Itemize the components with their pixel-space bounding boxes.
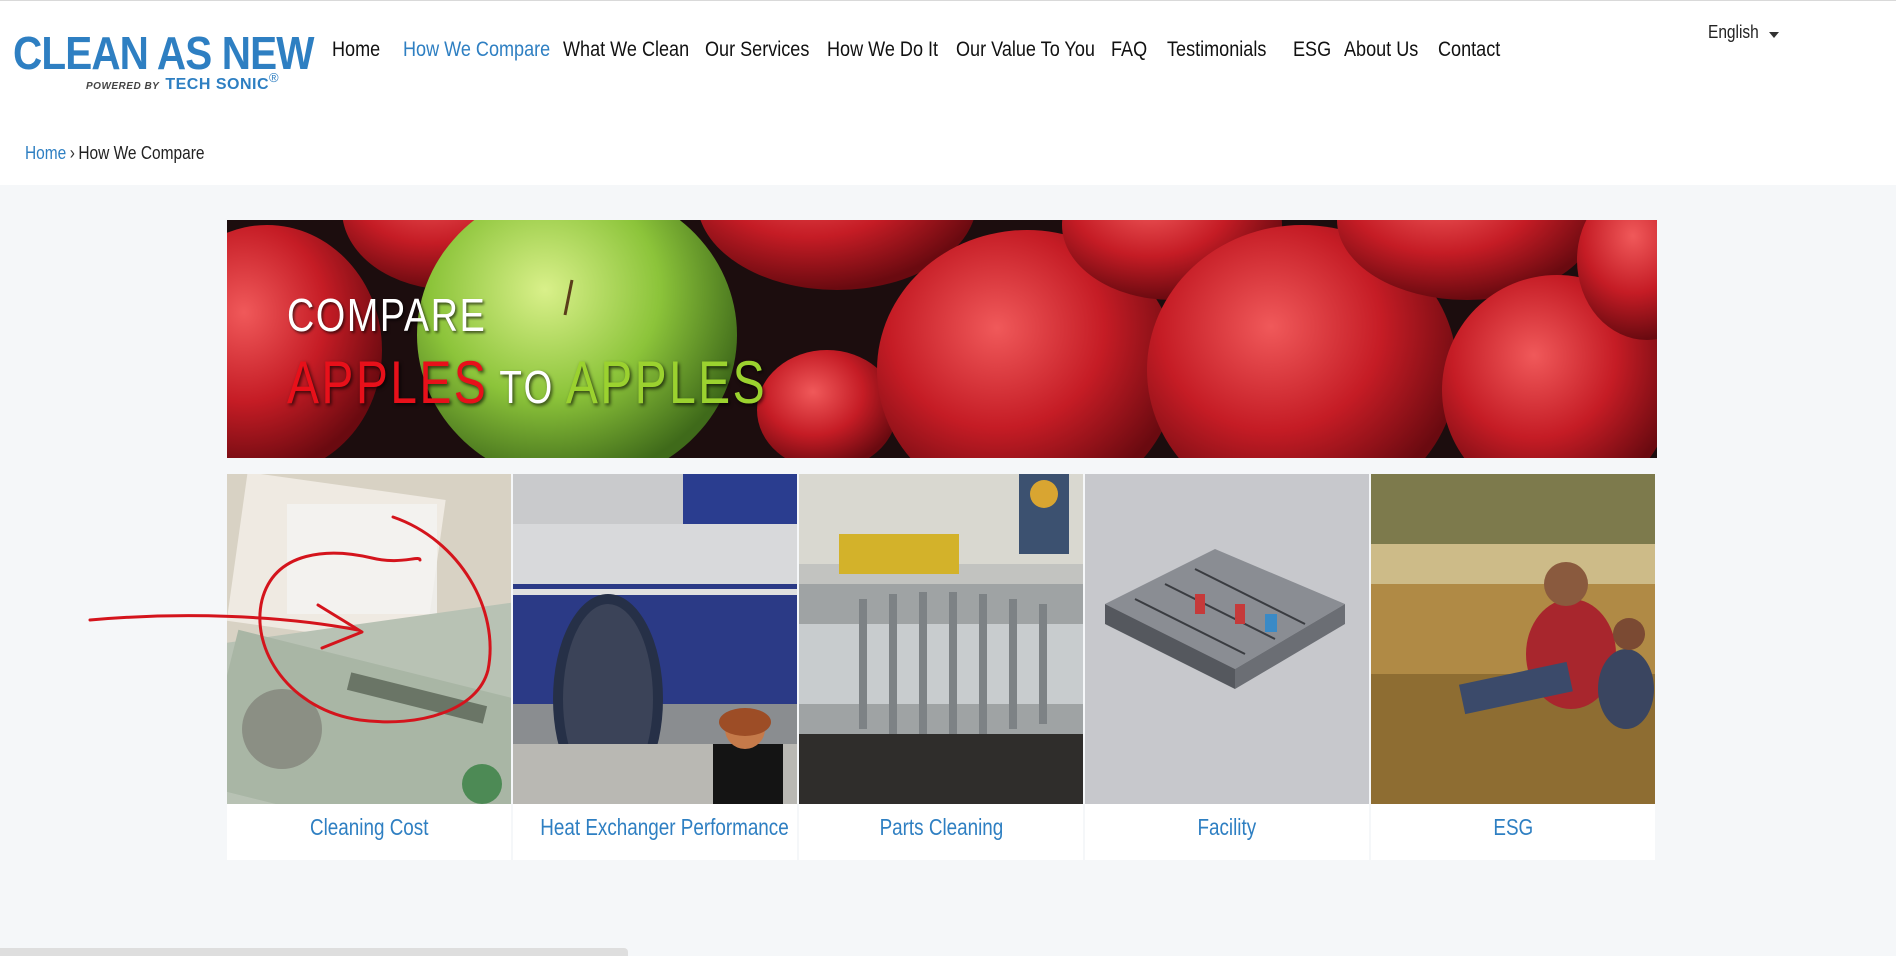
card-facility[interactable]: Facility <box>1085 474 1369 860</box>
breadcrumb-separator: › <box>69 143 75 163</box>
nav-faq[interactable]: FAQ <box>1111 38 1159 68</box>
compare-hero-banner: COMPARE APPLES TO APPLES <box>227 220 1657 458</box>
card-label[interactable]: Parts Cleaning <box>799 814 1083 841</box>
clean-as-new-logo[interactable]: CLEAN AS NEW POWERED BY TECH SONIC® <box>13 30 314 96</box>
heat-exchanger-image <box>513 474 797 804</box>
card-parts-cleaning[interactable]: Parts Cleaning <box>799 474 1083 860</box>
logo-powered-by: POWERED BY <box>86 81 160 92</box>
card-cleaning-cost[interactable]: Cleaning Cost <box>227 474 511 860</box>
nav-our-value-to-you[interactable]: Our Value To You <box>956 38 1095 68</box>
facility-image <box>1085 474 1369 804</box>
main-nav: Home How We Compare What We Clean Our Se… <box>332 38 1508 68</box>
nav-esg[interactable]: ESG <box>1293 38 1337 68</box>
nav-how-we-compare[interactable]: How We Compare <box>403 38 550 68</box>
hero-word-to: TO <box>499 361 555 413</box>
site-header: CLEAN AS NEW POWERED BY TECH SONIC® Home … <box>0 0 1896 110</box>
breadcrumb-current: How We Compare <box>78 143 205 163</box>
nav-testimonials[interactable]: Testimonials <box>1167 38 1275 68</box>
esg-family-image <box>1371 474 1655 804</box>
card-heat-exchanger-performance[interactable]: Heat Exchanger Performance <box>513 474 797 860</box>
registered-mark: ® <box>269 70 279 85</box>
logo-tagline: POWERED BY TECH SONIC® <box>86 70 279 94</box>
nav-home[interactable]: Home <box>332 38 393 68</box>
card-label[interactable]: Heat Exchanger Performance <box>513 814 797 841</box>
language-selector[interactable]: English <box>1708 22 1759 43</box>
chevron-down-icon[interactable] <box>1769 32 1779 38</box>
card-label[interactable]: ESG <box>1371 814 1655 841</box>
horizontal-scrollbar[interactable] <box>0 948 628 956</box>
breadcrumb-home-link[interactable]: Home <box>25 143 66 163</box>
parts-cleaning-image <box>799 474 1083 804</box>
card-esg[interactable]: ESG <box>1371 474 1655 860</box>
hero-heading-compare: COMPARE <box>287 289 487 341</box>
logo-tech-sonic: TECH SONIC <box>165 76 270 93</box>
nav-about-us[interactable]: About Us <box>1344 38 1425 68</box>
hero-heading-apples: APPLES TO APPLES <box>287 348 767 417</box>
hero-word-apples-red: APPLES <box>287 349 489 416</box>
card-label[interactable]: Facility <box>1085 814 1369 841</box>
hero-word-apples-green: APPLES <box>565 349 767 416</box>
nav-how-we-do-it[interactable]: How We Do It <box>827 38 938 68</box>
card-label[interactable]: Cleaning Cost <box>227 814 511 841</box>
nav-what-we-clean[interactable]: What We Clean <box>563 38 689 68</box>
nav-contact[interactable]: Contact <box>1438 38 1500 68</box>
money-image <box>227 474 511 804</box>
compare-cards: Cleaning Cost Heat Exchanger Performance <box>227 474 1657 860</box>
breadcrumb: Home › How We Compare <box>25 143 205 164</box>
nav-our-services[interactable]: Our Services <box>705 38 810 68</box>
